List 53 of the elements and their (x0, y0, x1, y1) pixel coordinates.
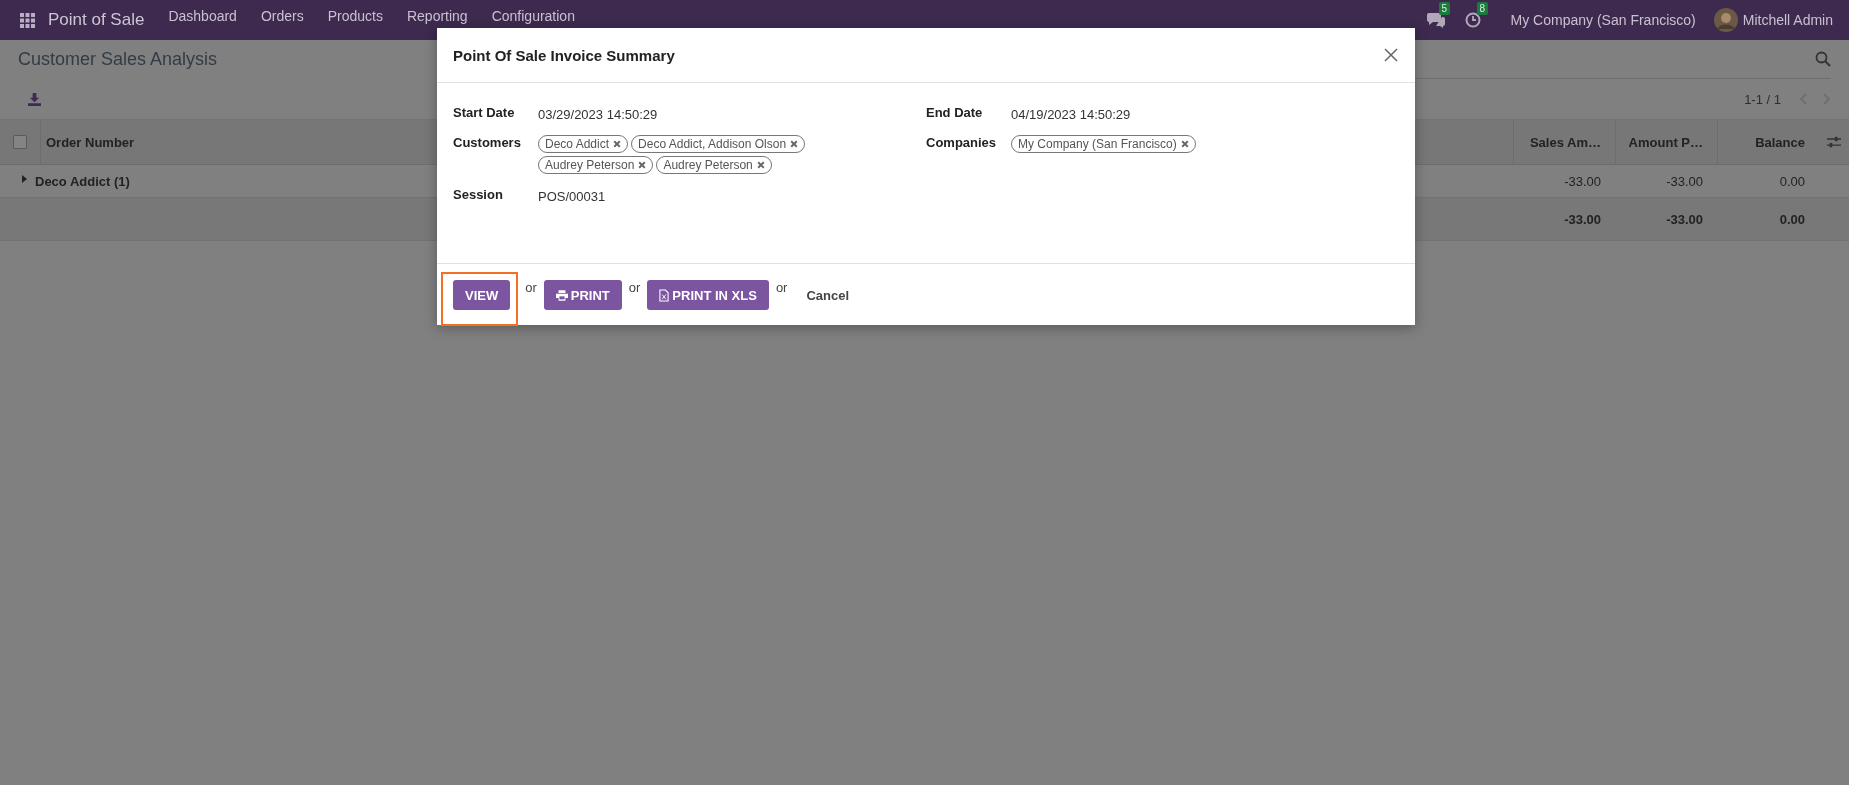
remove-icon[interactable] (756, 161, 765, 169)
table-cell-text: -33.00 (1665, 173, 1704, 189)
remove-icon[interactable] (638, 161, 647, 169)
column-header[interactable]: Balance (1717, 120, 1819, 164)
total-cell-text: 0.00 (1778, 211, 1806, 227)
field-value[interactable]: 04/19/2023 14:50:29 (1011, 105, 1131, 122)
field-label: Companies (926, 135, 998, 150)
table-cell-text: 0.00 (1778, 173, 1806, 189)
pager-value: 1-1 / 1 (1744, 91, 1781, 107)
group-label: Deco Addict (1) (35, 173, 130, 189)
menu-item[interactable]: Dashboard (168, 0, 237, 24)
cancel-button[interactable]: Cancel (806, 288, 850, 303)
app-grid-icon[interactable] (20, 12, 35, 28)
field-value[interactable]: POS/00031 (538, 187, 606, 204)
action-button[interactable]: PRINT IN XLS (647, 280, 769, 310)
app-name[interactable]: Point of Sale (48, 10, 145, 30)
or-text: or (775, 280, 788, 295)
field-label: Start Date (453, 105, 516, 120)
clock-icon[interactable] (1464, 12, 1481, 28)
menu-item[interactable]: Configuration (491, 0, 575, 24)
close-icon[interactable] (1384, 48, 1398, 62)
menu-item[interactable]: Reporting (406, 0, 468, 24)
user-name[interactable]: Mitchell Admin (1742, 12, 1833, 28)
search-icon[interactable] (1815, 51, 1831, 67)
menu-item[interactable]: Products (327, 0, 383, 24)
field-label: Customers (453, 135, 522, 150)
column-header[interactable]: Amount P… (1615, 120, 1717, 164)
spreadsheet-file-icon (659, 288, 670, 302)
remove-icon[interactable] (613, 140, 622, 148)
menu-item[interactable]: Orders (260, 0, 304, 24)
dialog-title: Point Of Sale Invoice Summary (453, 46, 675, 64)
company-switcher[interactable]: My Company (San Francisco) (1510, 12, 1696, 28)
message-count-badge: 5 (1438, 2, 1451, 15)
field-label: Session (453, 187, 504, 202)
total-cell-text: -33.00 (1563, 211, 1602, 227)
select-all-checkbox[interactable] (13, 135, 27, 149)
field-value[interactable]: 03/29/2023 14:50:29 (538, 105, 658, 122)
action-button[interactable]: VIEW (453, 280, 511, 310)
remove-icon[interactable] (1180, 140, 1189, 148)
activity-count-badge: 8 (1476, 2, 1489, 15)
avatar-icon[interactable] (1713, 8, 1738, 32)
printer-icon (555, 289, 568, 301)
total-cell-text: -33.00 (1665, 211, 1704, 227)
remove-icon[interactable] (790, 140, 799, 148)
or-text: or (628, 280, 641, 295)
field-label: End Date (926, 105, 984, 120)
or-text: or (525, 280, 537, 295)
table-cell-text: -33.00 (1563, 173, 1602, 189)
action-button[interactable]: PRINT (543, 280, 622, 310)
download-icon[interactable] (28, 92, 41, 106)
page-title: Customer Sales Analysis (18, 48, 218, 70)
chat-icon[interactable] (1426, 12, 1445, 28)
column-header[interactable]: Sales Am… (1513, 120, 1615, 164)
